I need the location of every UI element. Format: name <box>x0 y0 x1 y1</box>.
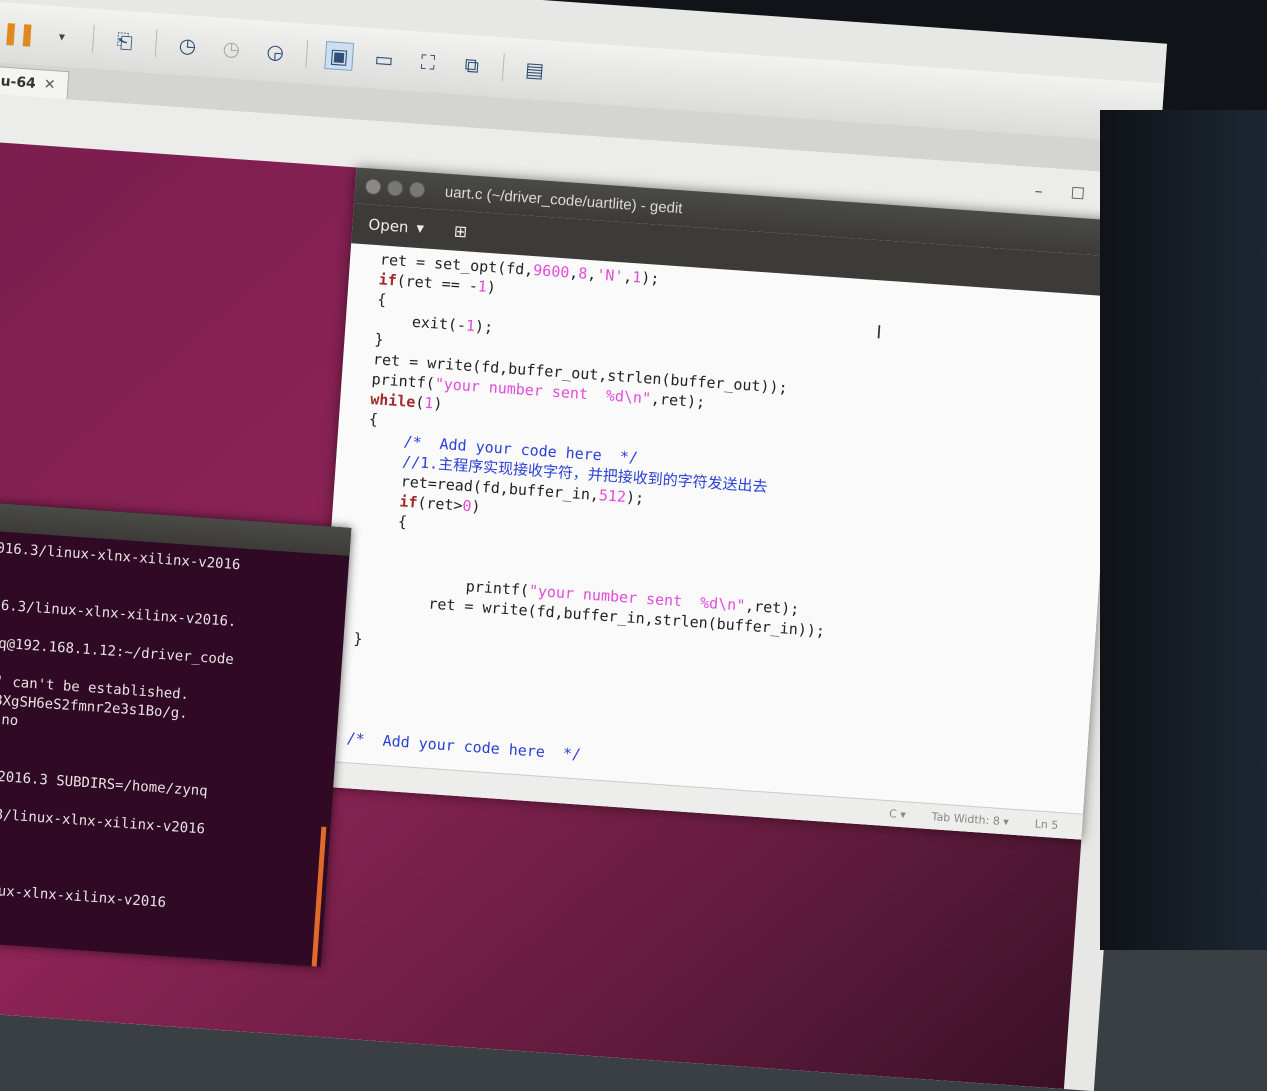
gedit-window: uart.c (~/driver_code/uartlite) - gedit … <box>313 167 1125 840</box>
snapshot-revert-icon[interactable]: ◷ <box>218 35 246 63</box>
vm-tab-label: u-64 <box>0 73 37 92</box>
chevron-down-icon: ▾ <box>415 218 425 238</box>
terminal-window: rtlite nloads/2016.3/linux-xlnx-xilinx-v… <box>0 494 352 967</box>
toolbar-separator <box>305 39 309 68</box>
view-fullscreen-icon[interactable]: ⛶ <box>414 48 442 76</box>
close-icon[interactable]: ✕ <box>43 76 56 93</box>
minimize-icon[interactable]: – <box>1034 181 1043 201</box>
terminal-output[interactable]: nloads/2016.3/linux-xlnx-xilinx-v2016 loa… <box>0 522 349 924</box>
view-normal-icon[interactable]: ▣ <box>324 41 355 71</box>
vm-screen: ❚❚ ▾ ⎗ ◷ ◷ ◶ ▣ ▭ ⛶ ⧉ ▤ u-64 ✕ – ☐ ✕ <box>0 0 1168 1091</box>
language-selector[interactable]: C ▾ <box>889 807 907 821</box>
close-icon[interactable] <box>364 178 382 196</box>
code-editor[interactable]: ret = set_opt(fd,9600,8,'N',1); if(ret ==… <box>316 243 1119 799</box>
snapshot-manager-icon[interactable]: ◶ <box>261 38 289 66</box>
pause-icon[interactable]: ❚❚ <box>1 20 36 48</box>
snapshot-take-icon[interactable]: ◷ <box>174 32 202 60</box>
toolbar-separator <box>91 24 95 53</box>
tab-width-selector[interactable]: Tab Width: 8 ▾ <box>931 810 1009 828</box>
toolbar-separator <box>154 29 158 58</box>
minimize-icon[interactable] <box>386 179 404 197</box>
open-button-label: Open <box>367 215 410 237</box>
maximize-icon[interactable] <box>408 181 426 199</box>
view-unity-icon[interactable]: ⧉ <box>458 51 486 79</box>
dropdown-arrow-icon[interactable]: ▾ <box>48 23 76 51</box>
network-icon[interactable]: ⎗ <box>111 27 139 55</box>
view-thumbnail-icon[interactable]: ▤ <box>521 56 549 84</box>
maximize-icon[interactable]: ☐ <box>1070 183 1086 203</box>
cursor-position: Ln 5 <box>1034 817 1059 833</box>
toolbar-separator <box>501 53 505 82</box>
new-document-icon[interactable]: ⊞ <box>453 221 468 241</box>
monitor-bezel-right <box>1100 110 1267 950</box>
open-button[interactable]: Open ▾ <box>368 215 425 237</box>
view-console-icon[interactable]: ▭ <box>370 45 398 73</box>
